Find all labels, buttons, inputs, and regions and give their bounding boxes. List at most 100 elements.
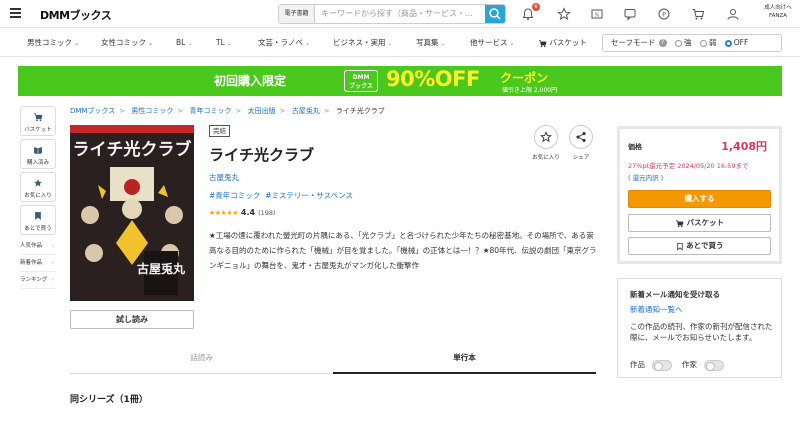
- sidebar-link-label: 新着作品: [20, 260, 43, 266]
- nav-label: 男性コミック: [27, 38, 72, 47]
- cart-icon: [34, 113, 43, 122]
- notification-button[interactable]: 6: [518, 3, 540, 24]
- sidebar-button-label: あとで買う: [24, 226, 52, 232]
- sidebar-basket-button[interactable]: バスケット: [20, 106, 56, 136]
- favorite-label: お気に入り: [532, 155, 560, 161]
- add-to-basket-button[interactable]: バスケット: [628, 214, 771, 232]
- tab-episode[interactable]: 話読み: [70, 346, 333, 374]
- nav-item-tl[interactable]: TL ⌄: [216, 29, 232, 57]
- toggle-author-switch[interactable]: [704, 360, 724, 371]
- nav-item-mens-comic[interactable]: 男性コミック ⌄: [27, 29, 79, 57]
- nav-item-photobook[interactable]: 写真集 ⌄: [416, 29, 446, 57]
- sidebar-purchased-button[interactable]: 購入済み: [20, 139, 56, 169]
- adult-site-link[interactable]: 成人向けへ FANZA: [758, 4, 798, 20]
- chevron-down-icon: ⌄: [187, 40, 193, 47]
- search-icon: [489, 8, 501, 20]
- nav-label: 女性コミック: [101, 38, 146, 47]
- menu-icon[interactable]: [10, 8, 21, 18]
- safe-mode-weak-radio[interactable]: [699, 39, 707, 47]
- product-description: ★工場の煙に覆われた螢光町の片隅にある、「光クラブ」と名づけられた少年たちの秘密…: [209, 231, 597, 270]
- account-button[interactable]: [723, 4, 743, 24]
- breadcrumb-item[interactable]: 男性コミック: [131, 107, 173, 115]
- share-label: シェア: [572, 155, 590, 161]
- sidebar-link-new[interactable]: 新着作品 ›: [20, 255, 56, 272]
- top-header: DMMブックス 電子書籍 キーワードから探す（商品・サービス・... 6 % P…: [0, 0, 800, 28]
- rating[interactable]: ★★★★★ 4.4 (198): [209, 208, 276, 217]
- sidebar-favorites-button[interactable]: お気に入り: [20, 172, 56, 202]
- search-category-select[interactable]: 電子書籍: [279, 5, 315, 23]
- nav-label: 写真集: [416, 38, 439, 47]
- book-cover[interactable]: ライチ光クラブ 古屋兎丸: [70, 125, 194, 301]
- point-icon: P: [658, 8, 670, 20]
- help-icon[interactable]: ?: [658, 39, 667, 47]
- cart-button[interactable]: [688, 4, 708, 24]
- tag-link[interactable]: #ミステリー・サスペンス: [265, 191, 353, 200]
- chevron-down-icon: ⌄: [226, 40, 232, 47]
- svg-text:P: P: [662, 11, 666, 18]
- search-box: 電子書籍 キーワードから探す（商品・サービス・...: [278, 4, 506, 24]
- favorite-button[interactable]: [534, 125, 558, 149]
- inquiry-button[interactable]: [620, 4, 640, 24]
- chat-icon: [624, 9, 636, 21]
- later-button-label: あとで買う: [686, 241, 724, 250]
- coupon-button[interactable]: %: [587, 4, 607, 24]
- banner-brand: DMM ブックス: [344, 70, 378, 92]
- toggle-work-switch[interactable]: [652, 360, 672, 371]
- tab-volume[interactable]: 単行本: [333, 346, 596, 374]
- nav-item-business[interactable]: ビジネス・実用 ⌄: [333, 29, 393, 57]
- breadcrumb-separator: >: [279, 107, 286, 115]
- adult-link-brand: FANZA: [768, 13, 788, 19]
- favorites-button[interactable]: [554, 4, 574, 24]
- tag-link[interactable]: #青年コミック: [209, 191, 260, 200]
- search-button[interactable]: [485, 5, 505, 23]
- sidebar-link-ranking[interactable]: ランキング ›: [20, 272, 56, 289]
- safe-mode-strong-radio[interactable]: [674, 39, 682, 47]
- user-icon: [727, 9, 739, 20]
- breadcrumb-item[interactable]: 青年コミック: [189, 107, 231, 115]
- notification-badge: 6: [532, 3, 540, 11]
- book-icon: [34, 147, 42, 155]
- sidebar-link-label: 人気作品: [20, 243, 43, 249]
- basket-button-label: バスケット: [686, 218, 725, 227]
- breadcrumb-item[interactable]: DMMブックス: [70, 107, 115, 115]
- star-icon: [34, 179, 42, 187]
- nav-label: 文芸・ラノベ: [258, 38, 303, 47]
- nav-item-other-services[interactable]: 他サービス ⌄: [470, 29, 515, 57]
- search-input[interactable]: キーワードから探す（商品・サービス・...: [321, 5, 481, 23]
- breadcrumb-separator: >: [235, 107, 242, 115]
- breadcrumb-item[interactable]: 古屋兎丸: [292, 107, 320, 115]
- nav-item-bungei[interactable]: 文芸・ラノベ ⌄: [258, 29, 310, 57]
- product-title: ライチ光クラブ: [209, 146, 315, 164]
- coupon-banner[interactable]: 初回購入限定 DMM ブックス 90%OFF クーポン 値引き上限 2,000円: [18, 66, 782, 96]
- sidebar-link-popular[interactable]: 人気作品 ›: [20, 238, 56, 255]
- site-logo[interactable]: DMMブックス: [40, 7, 112, 23]
- points-button[interactable]: P: [654, 4, 674, 24]
- points-info: 27%pt還元予定 2024/05/20 16:59まで: [628, 162, 749, 170]
- chevron-down-icon: ⌄: [74, 40, 80, 47]
- review-count: (198): [258, 209, 276, 217]
- nav-item-womens-comic[interactable]: 女性コミック ⌄: [101, 29, 153, 57]
- share-button[interactable]: [569, 125, 593, 149]
- safe-mode-off-radio[interactable]: [724, 39, 732, 47]
- notify-list-link[interactable]: 新着通知一覧へ: [630, 304, 683, 315]
- breadcrumb-item[interactable]: 太田出版: [248, 107, 276, 115]
- points-detail-link[interactable]: ( 還元内訳 ): [628, 172, 663, 182]
- author-link[interactable]: 古屋兎丸: [209, 172, 239, 183]
- rating-stars: ★★★★★: [209, 209, 238, 217]
- nav-basket-link[interactable]: バスケット: [538, 29, 587, 57]
- sidebar-later-button[interactable]: あとで買う: [20, 205, 56, 235]
- chevron-right-icon: ›: [51, 243, 54, 249]
- nav-basket-label: バスケット: [549, 38, 587, 47]
- buy-later-button[interactable]: あとで買う: [628, 237, 771, 255]
- category-nav: 男性コミック ⌄ 女性コミック ⌄ BL ⌄ TL ⌄ 文芸・ラノベ ⌄ ビジネス・実用 ⌄…: [0, 29, 800, 57]
- nav-item-bl[interactable]: BL ⌄: [176, 29, 192, 57]
- buy-button[interactable]: 購入する: [628, 190, 771, 208]
- toggle-author-label: 作家: [682, 360, 697, 369]
- purchase-box: 価格 1,408円 27%pt還元予定 2024/05/20 16:59まで (…: [617, 126, 782, 264]
- safe-mode-option: 弱: [708, 38, 717, 47]
- format-tabs: 話読み 単行本: [70, 346, 596, 374]
- notify-heading: 新着メール通知を受け取る: [630, 290, 720, 299]
- breadcrumb-separator: >: [177, 107, 184, 115]
- trial-read-button[interactable]: 試し読み: [70, 310, 194, 329]
- status-badge: 完結: [209, 125, 230, 137]
